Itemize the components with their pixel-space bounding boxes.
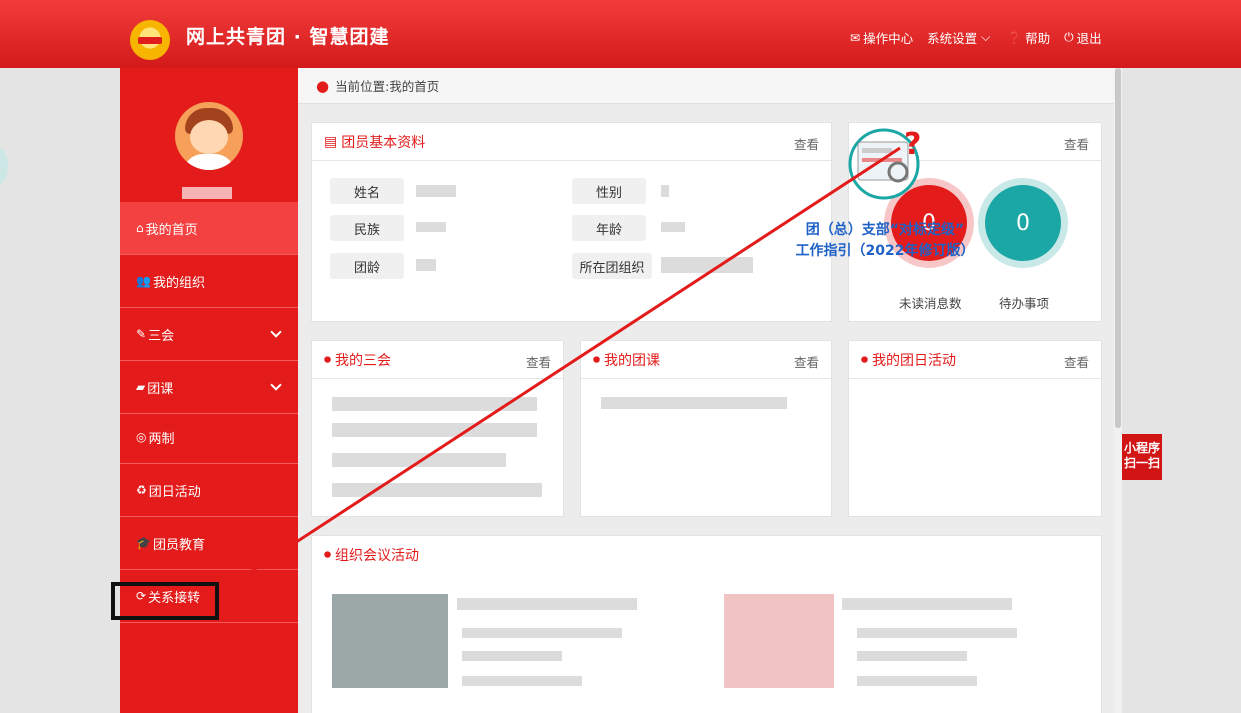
highlight-box bbox=[111, 582, 219, 620]
